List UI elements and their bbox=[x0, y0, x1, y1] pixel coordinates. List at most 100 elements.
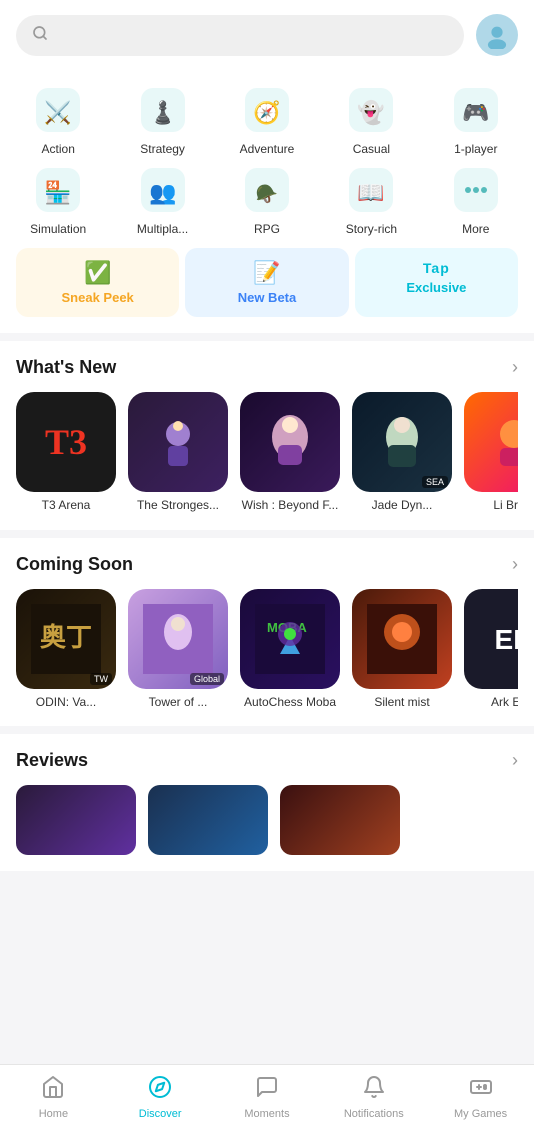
coming-soon-arrow[interactable]: › bbox=[512, 554, 518, 575]
game-card-ark[interactable]: EN Ark En... bbox=[464, 589, 518, 711]
casual-icon: 👻 bbox=[345, 84, 397, 136]
category-grid: ⚔️ Action ♟️ Strategy 🧭 Adventure 👻 bbox=[0, 68, 534, 248]
reviews-list bbox=[16, 785, 518, 855]
review-card-1[interactable] bbox=[16, 785, 136, 855]
game-card-jade[interactable]: SEA Jade Dyn... bbox=[352, 392, 452, 514]
tab-sneak-peek[interactable]: ✅ Sneak Peek bbox=[16, 248, 179, 317]
game-name-wish: Wish : Beyond F... bbox=[242, 498, 339, 514]
game-card-strongest[interactable]: The Stronges... bbox=[128, 392, 228, 514]
more-label: More bbox=[462, 222, 489, 236]
reviews-arrow[interactable]: › bbox=[512, 750, 518, 771]
svg-text:👻: 👻 bbox=[358, 99, 385, 126]
category-strategy[interactable]: ♟️ Strategy bbox=[112, 84, 212, 156]
reviews-header: Reviews › bbox=[16, 750, 518, 771]
sea-badge: SEA bbox=[422, 476, 448, 488]
moments-nav-label: Moments bbox=[244, 1108, 289, 1120]
reviews-title: Reviews bbox=[16, 750, 88, 771]
game-name-t3arena: T3 Arena bbox=[42, 498, 91, 514]
search-bar[interactable]: valorant bbox=[16, 15, 464, 56]
game-name-jade: Jade Dyn... bbox=[372, 498, 433, 514]
notifications-icon bbox=[362, 1075, 386, 1105]
tab-tap-exclusive[interactable]: Tap Exclusive bbox=[355, 248, 518, 317]
action-label: Action bbox=[42, 142, 75, 156]
whats-new-title: What's New bbox=[16, 357, 116, 378]
category-storyrich[interactable]: 📖 Story-rich bbox=[321, 164, 421, 236]
beta-edit-icon: 📝 bbox=[253, 260, 280, 286]
game-card-t3arena[interactable]: T3 T3 Arena bbox=[16, 392, 116, 514]
game-card-odin[interactable]: 奥丁 TW ODIN: Va... bbox=[16, 589, 116, 711]
avatar[interactable] bbox=[476, 14, 518, 56]
svg-text:奥丁: 奥丁 bbox=[40, 622, 92, 652]
search-input[interactable]: valorant bbox=[56, 26, 448, 44]
rpg-label: RPG bbox=[254, 222, 280, 236]
game-name-tower: Tower of ... bbox=[149, 695, 208, 711]
game-name-li: Li Bra... bbox=[493, 498, 518, 514]
nav-moments[interactable]: Moments bbox=[237, 1075, 297, 1120]
game-card-wish[interactable]: Wish : Beyond F... bbox=[240, 392, 340, 514]
game-card-li[interactable]: Li Bra... bbox=[464, 392, 518, 514]
strategy-label: Strategy bbox=[140, 142, 185, 156]
casual-label: Casual bbox=[353, 142, 390, 156]
category-more[interactable]: More bbox=[426, 164, 526, 236]
discover-nav-label: Discover bbox=[139, 1108, 182, 1120]
moments-icon bbox=[255, 1075, 279, 1105]
1player-label: 1-player bbox=[454, 142, 497, 156]
coming-soon-header: Coming Soon › bbox=[16, 554, 518, 575]
action-icon: ⚔️ bbox=[32, 84, 84, 136]
nav-discover[interactable]: Discover bbox=[130, 1075, 190, 1120]
nav-home[interactable]: Home bbox=[23, 1075, 83, 1120]
home-nav-label: Home bbox=[39, 1108, 68, 1120]
svg-text:EN: EN bbox=[495, 624, 518, 655]
nav-my-games[interactable]: My Games bbox=[451, 1075, 511, 1120]
top-bar: valorant bbox=[0, 0, 534, 68]
category-1player[interactable]: 🎮 1-player bbox=[426, 84, 526, 156]
bottom-nav: Home Discover Moments Notifications bbox=[0, 1064, 534, 1136]
whats-new-arrow[interactable]: › bbox=[512, 357, 518, 378]
simulation-label: Simulation bbox=[30, 222, 86, 236]
category-simulation[interactable]: 🏪 Simulation bbox=[8, 164, 108, 236]
svg-text:⚔️: ⚔️ bbox=[44, 100, 71, 125]
game-card-tower[interactable]: Global Tower of ... bbox=[128, 589, 228, 711]
coming-soon-title: Coming Soon bbox=[16, 554, 133, 575]
game-card-autochess[interactable]: MOBA AutoChess Moba bbox=[240, 589, 340, 711]
my-games-icon bbox=[469, 1075, 493, 1105]
game-name-strongest: The Stronges... bbox=[137, 498, 219, 514]
more-icon bbox=[450, 164, 502, 216]
category-multiplayer[interactable]: 👥 Multipla... bbox=[112, 164, 212, 236]
game-card-silent[interactable]: Silent mist bbox=[352, 589, 452, 711]
exclusive-tap-icon: Tap bbox=[423, 260, 450, 276]
category-rpg[interactable]: 🪖 RPG bbox=[217, 164, 317, 236]
strategy-icon: ♟️ bbox=[137, 84, 189, 136]
category-casual[interactable]: 👻 Casual bbox=[321, 84, 421, 156]
multiplayer-label: Multipla... bbox=[137, 222, 188, 236]
exclusive-label: Exclusive bbox=[406, 280, 466, 295]
svg-text:👥: 👥 bbox=[149, 180, 176, 205]
game-name-autochess: AutoChess Moba bbox=[244, 695, 336, 711]
svg-text:🎮: 🎮 bbox=[462, 100, 489, 125]
coming-soon-list: 奥丁 TW ODIN: Va... Global Tower of ... bbox=[16, 589, 518, 711]
svg-text:📖: 📖 bbox=[358, 180, 385, 205]
adventure-label: Adventure bbox=[240, 142, 295, 156]
tab-new-beta[interactable]: 📝 New Beta bbox=[185, 248, 348, 317]
svg-text:🏪: 🏪 bbox=[44, 180, 71, 205]
svg-text:🪖: 🪖 bbox=[256, 183, 278, 204]
adventure-icon: 🧭 bbox=[241, 84, 293, 136]
category-adventure[interactable]: 🧭 Adventure bbox=[217, 84, 317, 156]
storyrich-label: Story-rich bbox=[346, 222, 397, 236]
home-icon bbox=[41, 1075, 65, 1105]
filter-tabs: ✅ Sneak Peek 📝 New Beta Tap Exclusive bbox=[0, 248, 534, 333]
category-action[interactable]: ⚔️ Action bbox=[8, 84, 108, 156]
review-card-2[interactable] bbox=[148, 785, 268, 855]
tw-badge: TW bbox=[90, 673, 112, 685]
rpg-icon: 🪖 bbox=[241, 164, 293, 216]
sneak-peek-label: Sneak Peek bbox=[62, 290, 134, 305]
my-games-nav-label: My Games bbox=[454, 1108, 507, 1120]
multiplayer-icon: 👥 bbox=[137, 164, 189, 216]
sneak-check-icon: ✅ bbox=[84, 260, 111, 286]
notifications-nav-label: Notifications bbox=[344, 1108, 404, 1120]
review-card-3[interactable] bbox=[280, 785, 400, 855]
reviews-section: Reviews › bbox=[0, 734, 534, 871]
game-name-silent: Silent mist bbox=[374, 695, 429, 711]
discover-icon bbox=[148, 1075, 172, 1105]
nav-notifications[interactable]: Notifications bbox=[344, 1075, 404, 1120]
